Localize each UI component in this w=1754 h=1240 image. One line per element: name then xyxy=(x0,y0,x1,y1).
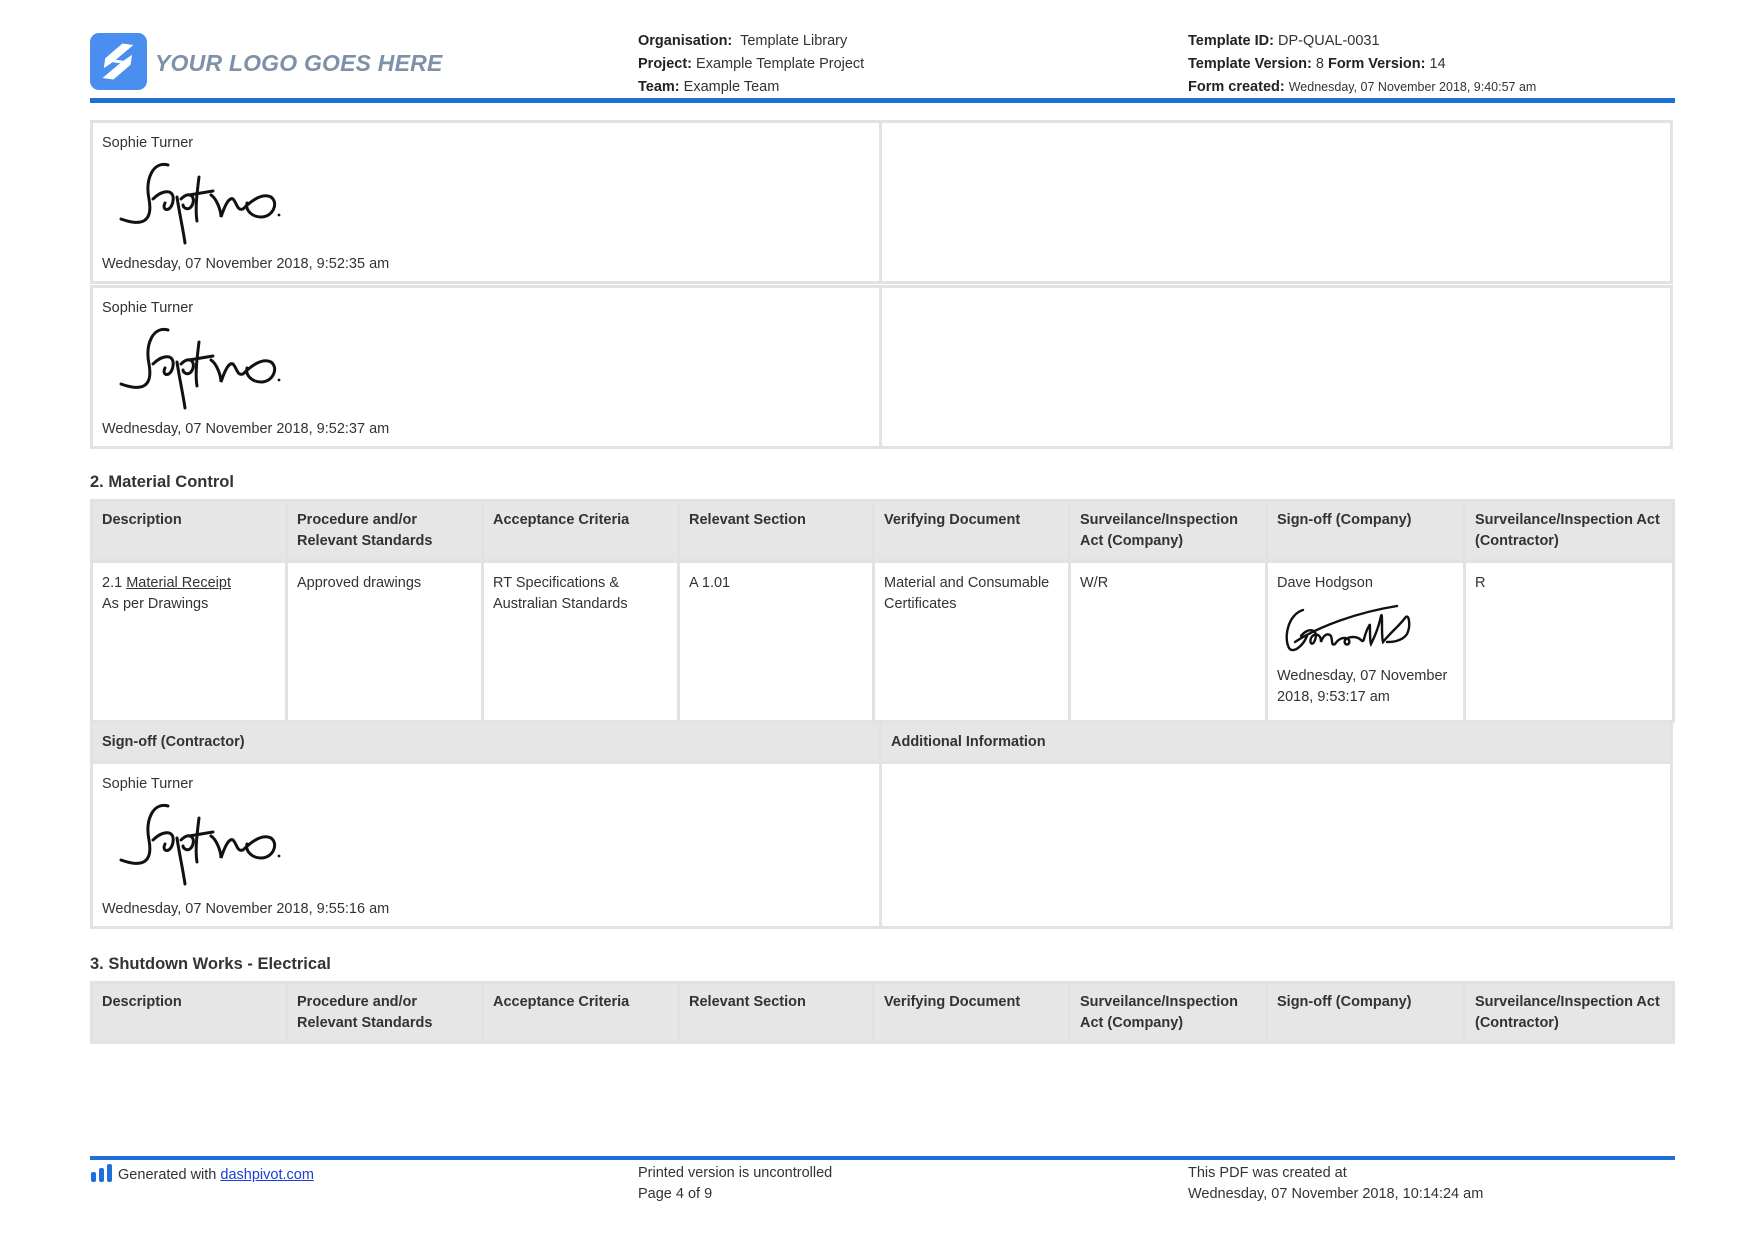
cell-acceptance: RT Specifications & Australian Standards xyxy=(481,560,680,723)
page-header: YOUR LOGO GOES HERE Organisation: Templa… xyxy=(90,28,1675,103)
col-header-inspection-company: Surveilance/Inspection Act (Company) xyxy=(1068,981,1268,1044)
page-number: Page 4 of 9 xyxy=(638,1186,713,1202)
signoff-contractor-cell: Sophie Turner Wednesday, 07 November 201… xyxy=(90,761,882,929)
section-title: 2. Material Control xyxy=(90,473,234,491)
description-number: 2.1 xyxy=(102,575,123,591)
description-link[interactable]: Material Receipt xyxy=(126,575,231,591)
signature-image xyxy=(119,803,281,886)
description-rest: As per Drawings xyxy=(102,596,209,612)
project-label: Project: xyxy=(638,56,692,72)
col-header-acceptance: Acceptance Criteria xyxy=(481,499,680,562)
table-row: 2.1 Material Receipt As per Drawings App… xyxy=(90,560,1675,723)
signoff-name: Sophie Turner xyxy=(102,776,194,792)
signoff-contractor-header: Sign-off (Contractor) xyxy=(90,720,882,764)
col-header-signoff-company: Sign-off (Company) xyxy=(1265,499,1466,562)
col-header-verifying-document: Verifying Document xyxy=(872,981,1071,1044)
project-value: Example Template Project xyxy=(696,56,865,72)
cell-procedure: Approved drawings xyxy=(285,560,484,723)
signoff-cell-1-right xyxy=(879,120,1673,284)
section-title: 3. Shutdown Works - Electrical xyxy=(90,955,331,973)
col-header-description: Description xyxy=(90,499,288,562)
signature-image xyxy=(119,327,281,410)
footer-divider xyxy=(90,1156,1675,1160)
footer-page-info: Printed version is uncontrolled Page 4 o… xyxy=(638,1163,832,1205)
col-header-procedure: Procedure and/or Relevant Standards xyxy=(285,499,484,562)
section3-header-row: Description Procedure and/or Relevant St… xyxy=(90,981,1675,1045)
cell-relevant-section: A 1.01 xyxy=(677,560,875,723)
team-value: Example Team xyxy=(683,79,780,95)
col-header-acceptance: Acceptance Criteria xyxy=(481,981,680,1044)
col-header-signoff-company: Sign-off (Company) xyxy=(1265,981,1466,1044)
additional-info-label: Additional Information xyxy=(891,734,1046,750)
signature-image xyxy=(119,162,281,245)
pdf-created-value: Wednesday, 07 November 2018, 10:14:24 am xyxy=(1188,1186,1484,1202)
signoff-contractor-label: Sign-off (Contractor) xyxy=(102,734,245,750)
organisation-value: Template Library xyxy=(740,33,848,49)
template-version-value: 8 xyxy=(1315,56,1324,72)
template-version-label: Template Version: xyxy=(1188,56,1312,72)
signoff-date: Wednesday, 07 November 2018, 9:52:35 am xyxy=(102,256,390,272)
additional-info-cell xyxy=(879,761,1673,929)
signoff-name: Sophie Turner xyxy=(102,300,194,316)
form-version-label: Form Version: xyxy=(1327,56,1426,72)
organisation-label: Organisation: xyxy=(638,33,733,49)
cell-inspection-company: W/R xyxy=(1068,560,1268,723)
form-created-label: Form created: xyxy=(1188,79,1285,95)
team-label: Team: xyxy=(638,79,680,95)
col-header-relevant-section: Relevant Section xyxy=(677,499,875,562)
cell-signoff-company: Dave Hodgson Wednesday, 07 November 2018… xyxy=(1265,560,1466,723)
col-header-inspection-contractor: Surveilance/Inspection Act (Contractor) xyxy=(1463,499,1675,562)
signoff-date: Wednesday, 07 November 2018, 9:52:37 am xyxy=(102,421,390,437)
footer-created: This PDF was created at Wednesday, 07 No… xyxy=(1188,1163,1483,1205)
logo-text: YOUR LOGO GOES HERE xyxy=(155,50,443,76)
additional-info-header: Additional Information xyxy=(879,720,1673,764)
cell-verifying-document: Material and Consumable Certificates xyxy=(872,560,1071,723)
cell-description: 2.1 Material Receipt As per Drawings xyxy=(90,560,288,723)
signoff-cell-2-right xyxy=(879,285,1673,449)
signoff-cell-1: Sophie Turner Wednesday, 07 November 201… xyxy=(90,120,882,284)
col-header-inspection-company: Surveilance/Inspection Act (Company) xyxy=(1068,499,1268,562)
cell-inspection-contractor: R xyxy=(1463,560,1675,723)
pdf-created-label: This PDF was created at xyxy=(1188,1165,1347,1181)
signoff-company-name: Dave Hodgson xyxy=(1277,575,1373,591)
header-project-info: Organisation: Template Library Project: … xyxy=(638,30,864,99)
logo-icon xyxy=(90,33,147,90)
dashpivot-link[interactable]: dashpivot.com xyxy=(220,1167,314,1183)
signoff-date: Wednesday, 07 November 2018, 9:55:16 am xyxy=(102,901,390,917)
signoff-name: Sophie Turner xyxy=(102,135,194,151)
form-created-value: Wednesday, 07 November 2018, 9:40:57 am xyxy=(1288,80,1537,94)
uncontrolled-notice: Printed version is uncontrolled xyxy=(638,1165,833,1181)
dashpivot-bars-icon xyxy=(91,1164,112,1182)
section2-header-row: Description Procedure and/or Relevant St… xyxy=(90,499,1675,563)
col-header-inspection-contractor: Surveilance/Inspection Act (Contractor) xyxy=(1463,981,1675,1044)
template-id-label: Template ID: xyxy=(1188,33,1274,49)
header-divider xyxy=(90,98,1675,103)
footer-generated: Generated with dashpivot.com xyxy=(90,1163,314,1186)
signoff-cell-2: Sophie Turner Wednesday, 07 November 201… xyxy=(90,285,882,449)
col-header-procedure: Procedure and/or Relevant Standards xyxy=(285,981,484,1044)
header-template-info: Template ID: DP-QUAL-0031 Template Versi… xyxy=(1188,30,1536,99)
template-id-value: DP-QUAL-0031 xyxy=(1277,33,1380,49)
form-version-value: 14 xyxy=(1429,56,1446,72)
signoff-company-date: Wednesday, 07 November 2018, 9:53:17 am xyxy=(1277,668,1448,705)
generated-with-text: Generated with xyxy=(118,1167,217,1183)
col-header-relevant-section: Relevant Section xyxy=(677,981,875,1044)
signature-image xyxy=(1285,604,1411,652)
col-header-verifying-document: Verifying Document xyxy=(872,499,1071,562)
col-header-description: Description xyxy=(90,981,288,1044)
